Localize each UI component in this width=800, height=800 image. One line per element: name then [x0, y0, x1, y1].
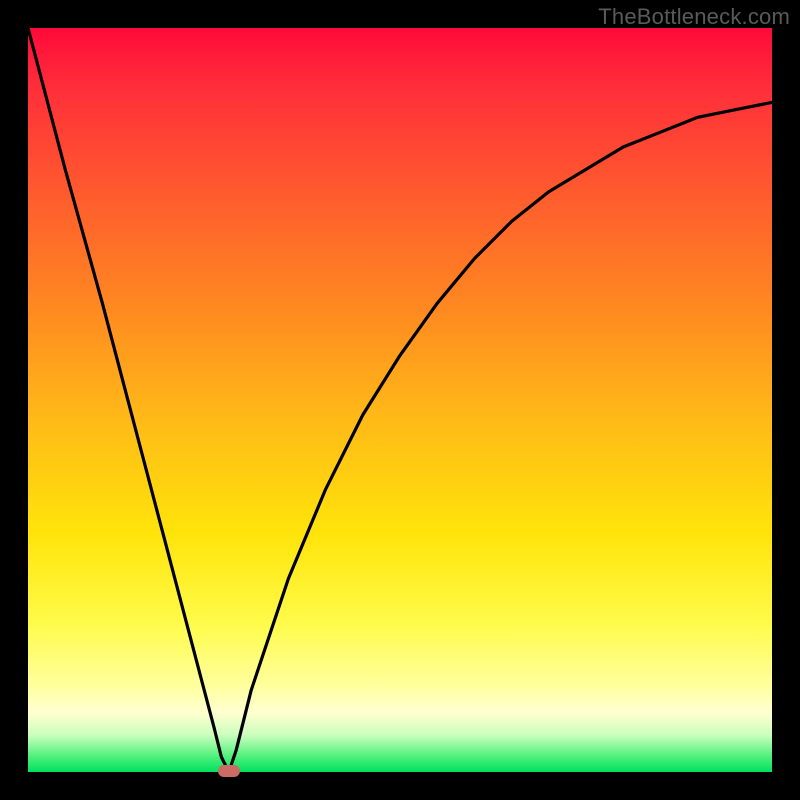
bottleneck-curve	[28, 28, 772, 772]
optimal-marker	[218, 765, 240, 777]
watermark-text: TheBottleneck.com	[598, 4, 790, 30]
plot-area	[28, 28, 772, 772]
curve-svg	[28, 28, 772, 772]
chart-frame: TheBottleneck.com	[0, 0, 800, 800]
